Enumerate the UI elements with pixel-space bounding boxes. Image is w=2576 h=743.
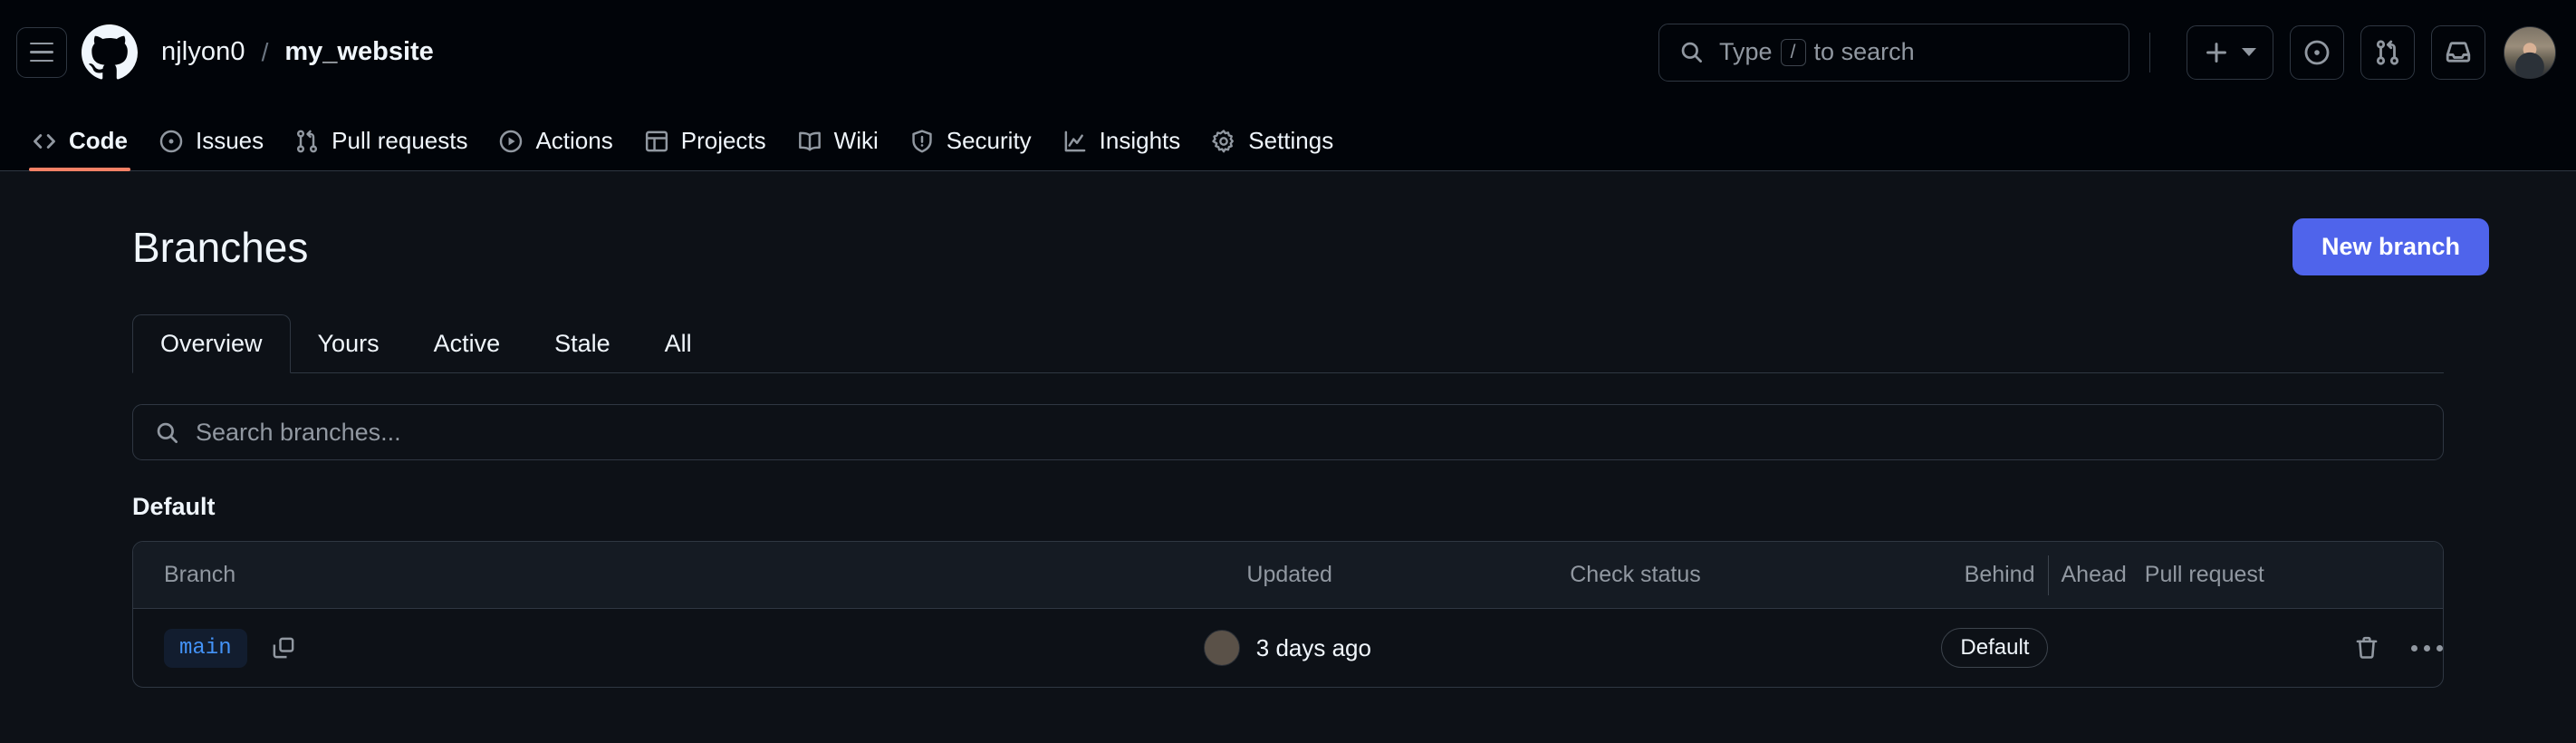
copy-icon[interactable] <box>271 635 296 661</box>
repo-nav-code[interactable]: Code <box>16 127 143 171</box>
tab-all[interactable]: All <box>638 314 719 372</box>
column-header-check-status: Check status <box>1570 562 1701 587</box>
trash-icon[interactable] <box>2353 634 2380 661</box>
repo-nav-label: Projects <box>680 127 766 154</box>
search-icon <box>1681 42 1702 63</box>
slash-key-hint: / <box>1780 38 1806 66</box>
shield-icon <box>912 129 932 152</box>
git-pull-request-icon <box>297 130 318 152</box>
committer-avatar[interactable] <box>1203 630 1240 666</box>
search-prefix-text: Type <box>1719 38 1773 65</box>
repo-nav-label: Actions <box>535 127 613 154</box>
header-left-group: njlyon0 / my_website <box>16 24 434 81</box>
new-branch-button[interactable]: New branch <box>2292 218 2489 275</box>
pull-requests-button[interactable] <box>2360 24 2415 80</box>
repo-nav-security[interactable]: Security <box>894 127 1047 170</box>
repo-nav-wiki[interactable]: Wiki <box>782 127 894 170</box>
branch-filter-tabs: Overview Yours Active Stale All <box>132 314 2444 373</box>
tab-overview[interactable]: Overview <box>132 314 291 373</box>
repo-nav-label: Code <box>69 127 128 154</box>
behind-ahead-divider <box>2047 555 2049 595</box>
avatar-image <box>1205 631 1239 665</box>
play-icon <box>500 130 523 152</box>
global-search-placeholder: Type / to search <box>1719 38 1915 66</box>
repo-nav-label: Insights <box>1099 127 1181 154</box>
repo-owner-link[interactable]: njlyon0 <box>161 37 245 67</box>
hamburger-icon[interactable] <box>16 26 67 78</box>
graph-icon <box>1064 130 1086 151</box>
repo-nav-insights[interactable]: Insights <box>1047 127 1197 170</box>
avatar[interactable] <box>2504 25 2556 79</box>
hamburger-bar <box>30 51 53 53</box>
repo-nav-actions[interactable]: Actions <box>483 127 628 170</box>
repo-nav-label: Security <box>946 127 1032 154</box>
page-header: Branches New branch <box>0 171 2576 275</box>
column-header-pull-request: Pull request <box>2144 562 2264 587</box>
page-title: Branches <box>132 223 309 271</box>
inbox-icon <box>2446 41 2471 63</box>
search-icon <box>157 422 178 443</box>
header-right-group: Type / to search <box>1658 23 2556 82</box>
plus-icon <box>2206 42 2226 63</box>
table-header-row: Branch Updated Check status Behind Ahead… <box>133 542 2443 609</box>
column-header-branch: Branch <box>164 562 236 587</box>
column-header-behind-ahead: Behind Ahead <box>1857 555 2127 595</box>
issue-opened-icon <box>159 130 183 152</box>
global-header: njlyon0 / my_website Type / to search <box>0 0 2576 104</box>
global-search-input[interactable]: Type / to search <box>1658 23 2129 82</box>
repo-nav-label: Wiki <box>833 127 879 154</box>
cell-row-actions <box>2342 634 2443 661</box>
cell-branch: main <box>133 628 1204 668</box>
repo-nav-label: Pull requests <box>332 127 468 154</box>
code-icon <box>34 133 55 149</box>
default-section-label: Default <box>132 493 216 520</box>
status-badge: Default <box>1941 628 2049 668</box>
breadcrumb-separator: / <box>261 37 269 66</box>
header-divider <box>2149 32 2150 72</box>
tab-stale[interactable]: Stale <box>527 314 638 372</box>
branch-name-link[interactable]: main <box>164 628 247 668</box>
create-new-menu-button[interactable] <box>2187 24 2273 80</box>
table-row: main 3 days ago Default <box>133 609 2443 687</box>
repo-nav-pull-requests[interactable]: Pull requests <box>279 127 483 170</box>
tab-yours[interactable]: Yours <box>291 314 407 372</box>
search-suffix-text: to search <box>1813 38 1915 65</box>
repo-nav-settings[interactable]: Settings <box>1196 127 1349 170</box>
search-branches-input[interactable]: Search branches... <box>132 404 2444 460</box>
main-content: Branches New branch Overview Yours Activ… <box>0 171 2576 688</box>
github-logo-icon[interactable] <box>82 24 138 81</box>
kebab-horizontal-icon[interactable] <box>2411 644 2443 651</box>
column-header-behind: Behind <box>1964 562 2035 587</box>
kebab-dot <box>2437 644 2443 651</box>
issue-opened-icon <box>2304 40 2330 64</box>
repo-nav-projects[interactable]: Projects <box>629 127 782 170</box>
gear-icon <box>1212 129 1235 152</box>
avatar-image <box>2504 26 2555 78</box>
table-icon <box>645 130 668 151</box>
repo-nav-label: Settings <box>1248 127 1334 154</box>
search-branches-placeholder: Search branches... <box>196 418 401 446</box>
chevron-down-icon <box>2242 48 2256 56</box>
git-pull-request-icon <box>2376 39 2399 65</box>
branches-panel: Overview Yours Active Stale All Search b… <box>0 314 2576 688</box>
cell-behind-ahead: Default <box>1790 628 2049 668</box>
branches-table: Branch Updated Check status Behind Ahead… <box>132 541 2444 688</box>
inbox-button[interactable] <box>2431 24 2485 80</box>
hamburger-bar <box>30 59 53 63</box>
column-header-updated: Updated <box>1246 562 1332 587</box>
issues-button[interactable] <box>2290 24 2344 80</box>
column-header-ahead: Ahead <box>2061 562 2127 587</box>
kebab-dot <box>2411 644 2417 651</box>
repo-nav-label: Issues <box>196 127 264 154</box>
repository-nav: Code Issues Pull requests Actions Projec… <box>0 104 2576 171</box>
tab-active[interactable]: Active <box>407 314 528 372</box>
cell-updated: 3 days ago <box>1203 630 1514 666</box>
hamburger-bar <box>30 42 53 45</box>
updated-time: 3 days ago <box>1255 633 1371 661</box>
kebab-dot <box>2424 644 2430 651</box>
book-icon <box>798 131 821 150</box>
repo-name-link[interactable]: my_website <box>284 37 433 67</box>
repo-nav-issues[interactable]: Issues <box>143 127 279 170</box>
